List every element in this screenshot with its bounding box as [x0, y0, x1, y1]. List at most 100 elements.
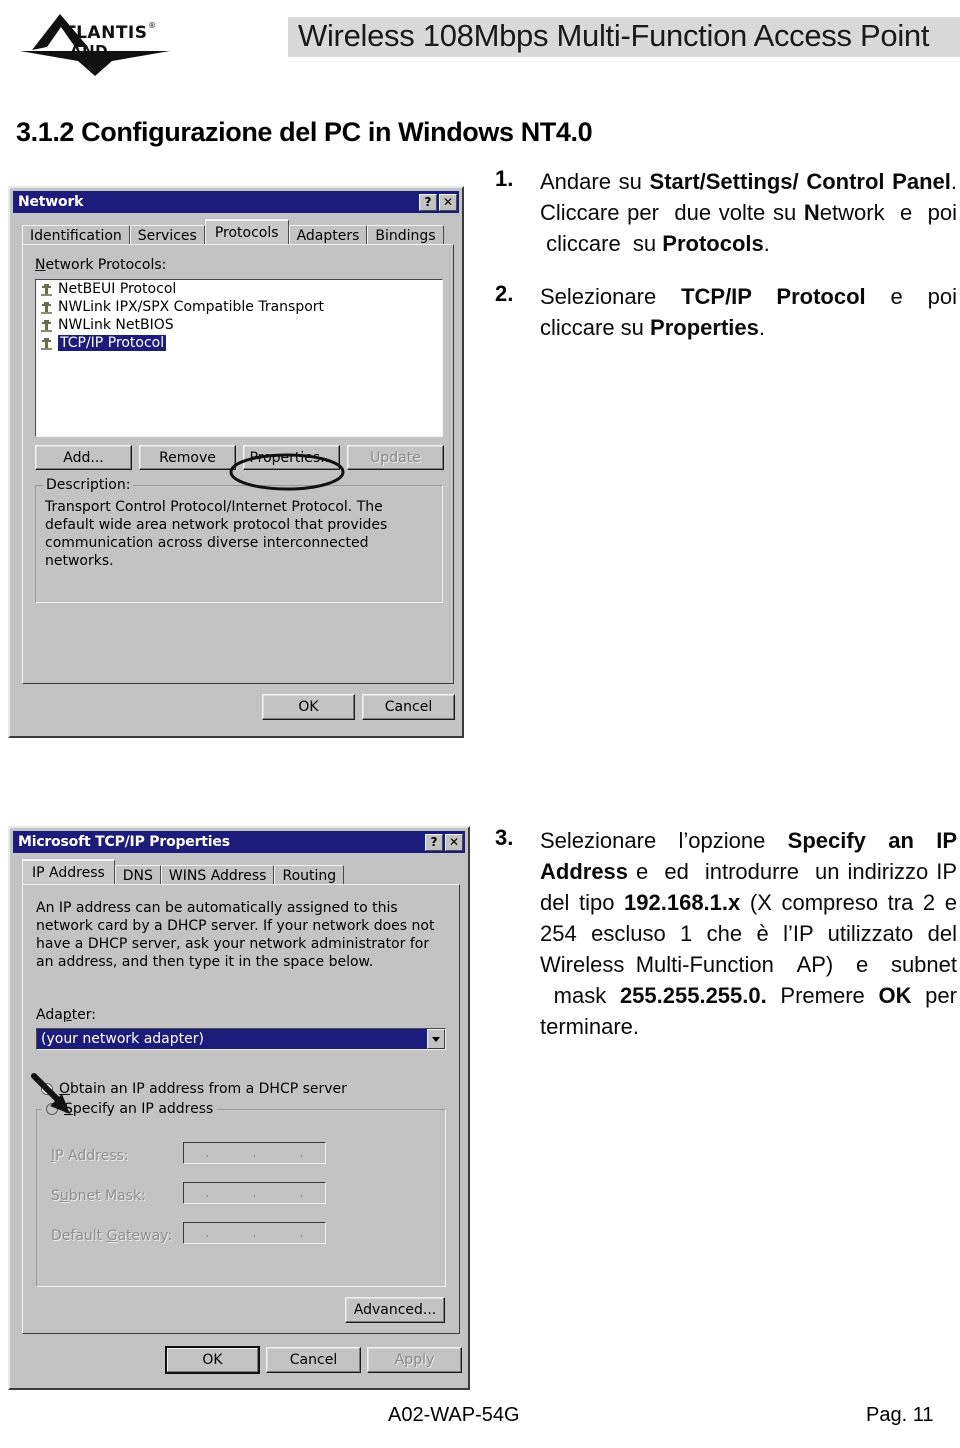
step-number: 3.: [495, 825, 514, 850]
list-item: 3. Selezionare l’opzione Specify an IP A…: [487, 825, 957, 1042]
section-heading: 3.1.2 Configurazione del PC in Windows N…: [16, 117, 593, 147]
list-item[interactable]: NetBEUI Protocol: [36, 280, 442, 298]
subnet-mask-field[interactable]: . . .: [183, 1182, 326, 1204]
tab-adapters[interactable]: Adapters: [288, 225, 368, 246]
protocol-icon: [40, 301, 53, 314]
properties-button[interactable]: Properties...: [243, 445, 340, 470]
radio-dot-icon: [41, 1083, 53, 1095]
update-button-label: Update: [370, 449, 421, 466]
remove-button[interactable]: Remove: [139, 445, 236, 470]
footer-page-number: Pag. 11: [866, 1404, 934, 1426]
help-icon[interactable]: ?: [419, 193, 437, 211]
list-item-selected[interactable]: TCP/IP Protocol: [36, 334, 442, 352]
adapter-select[interactable]: (your network adapter): [36, 1028, 446, 1050]
close-icon[interactable]: ✕: [439, 193, 457, 211]
product-title: Wireless 108Mbps Multi-Function Access P…: [298, 18, 930, 53]
svg-text:TLANTIS: TLANTIS: [64, 23, 147, 43]
octet-sep: .: [299, 1145, 304, 1161]
radio-specify-ip[interactable]: Specify an IP address: [46, 1101, 213, 1117]
specify-ip-group: Specify an IP address IP Address: . . . …: [36, 1101, 446, 1287]
protocol-icon: [40, 337, 53, 350]
ip-address-panel: An IP address can be automatically assig…: [22, 884, 460, 1334]
tab-bindings[interactable]: Bindings: [367, 225, 444, 246]
close-icon[interactable]: ✕: [445, 833, 463, 851]
tab-protocols[interactable]: Protocols: [204, 219, 289, 244]
tab-routing[interactable]: Routing: [274, 865, 345, 886]
octet-sep: .: [205, 1185, 210, 1201]
octet-sep: .: [205, 1225, 210, 1241]
ok-button-label: OK: [167, 1348, 258, 1372]
tab-ip-address[interactable]: IP Address: [22, 859, 115, 884]
update-button[interactable]: Update: [347, 445, 444, 470]
tcpip-properties-dialog[interactable]: Microsoft TCP/IP Properties ? ✕ IP Addre…: [8, 826, 470, 1390]
subnet-mask-label: Subnet Mask:: [51, 1188, 146, 1204]
list-item[interactable]: NWLink NetBIOS: [36, 316, 442, 334]
default-gateway-label: Default Gateway:: [51, 1228, 173, 1244]
ip-info-text: An IP address can be automatically assig…: [36, 900, 435, 970]
description-group: Description: Transport Control Protocol/…: [35, 477, 443, 603]
cancel-button-label: Cancel: [384, 699, 433, 715]
svg-text:®: ®: [148, 21, 156, 30]
octet-sep: .: [252, 1225, 257, 1241]
step-number: 2.: [495, 281, 514, 306]
properties-button-label: Properties...: [249, 449, 334, 466]
instructions-bottom: 3. Selezionare l’opzione Specify an IP A…: [487, 825, 957, 1064]
list-item-label: NWLink IPX/SPX Compatible Transport: [58, 299, 325, 315]
advanced-button-label: Advanced...: [353, 1302, 437, 1318]
apply-button[interactable]: Apply: [367, 1347, 462, 1373]
tcpip-dialog-titlebar[interactable]: Microsoft TCP/IP Properties ? ✕: [13, 831, 465, 853]
network-protocols-panel: Network Protocols: NetBEUI Protocol NWLi…: [22, 244, 454, 684]
remove-button-label: Remove: [159, 449, 216, 466]
ip-address-field[interactable]: . . .: [183, 1142, 326, 1164]
cancel-button[interactable]: Cancel: [362, 694, 455, 720]
ip-address-label: IP Address:: [51, 1148, 129, 1164]
tab-services[interactable]: Services: [129, 225, 205, 246]
list-item-label: NWLink NetBIOS: [58, 317, 174, 333]
list-item[interactable]: NWLink IPX/SPX Compatible Transport: [36, 298, 442, 316]
list-item-label: NetBEUI Protocol: [58, 281, 177, 297]
octet-sep: .: [205, 1145, 210, 1161]
network-dialog[interactable]: Network ? ✕ Identification Services Prot…: [8, 186, 464, 738]
page-header: TLANTIS ® AND Wireless 108Mbps Multi-Fun…: [0, 0, 960, 96]
network-protocols-label: Network Protocols:: [35, 257, 167, 273]
octet-sep: .: [299, 1225, 304, 1241]
cancel-button-label: Cancel: [289, 1352, 338, 1368]
tcpip-dialog-tabs[interactable]: IP Address DNS WINS Address Routing: [22, 859, 345, 886]
logo-svg: TLANTIS ® AND: [20, 14, 170, 76]
footer-model: A02-WAP-54G: [388, 1404, 520, 1426]
list-item: 2. Selezionare TCP/IP Protocol e poi cli…: [487, 281, 957, 343]
octet-sep: .: [299, 1185, 304, 1201]
step-text: Andare su Start/Settings/ Control Panel.…: [540, 169, 958, 256]
ok-button[interactable]: OK: [262, 694, 355, 720]
tab-identification[interactable]: Identification: [22, 225, 130, 246]
tab-wins-address[interactable]: WINS Address: [160, 865, 275, 886]
protocol-listbox[interactable]: NetBEUI Protocol NWLink IPX/SPX Compatib…: [35, 279, 443, 437]
add-button[interactable]: Add...: [35, 445, 132, 470]
step-text: Selezionare TCP/IP Protocol e poi clicca…: [540, 284, 957, 340]
description-text: Transport Control Protocol/Internet Prot…: [45, 499, 388, 569]
chevron-down-icon[interactable]: [427, 1029, 445, 1049]
list-item-label: TCP/IP Protocol: [58, 335, 167, 351]
atlantis-land-logo: TLANTIS ® AND: [20, 6, 170, 76]
advanced-button[interactable]: Advanced...: [345, 1297, 445, 1323]
ok-button[interactable]: OK: [165, 1346, 260, 1374]
octet-sep: .: [252, 1185, 257, 1201]
protocol-icon: [40, 319, 53, 332]
step-number: 1.: [495, 166, 514, 191]
instructions-top: 1. Andare su Start/Settings/ Control Pan…: [487, 166, 957, 365]
help-icon[interactable]: ?: [425, 833, 443, 851]
tcpip-dialog-title: Microsoft TCP/IP Properties: [18, 834, 230, 850]
adapter-selected-value: (your network adapter): [41, 1031, 204, 1047]
network-dialog-title: Network: [18, 194, 84, 210]
radio-specify-ip-label: Specify an IP address: [64, 1101, 214, 1117]
adapter-label: Adapter:: [36, 1007, 97, 1023]
tab-dns[interactable]: DNS: [114, 865, 161, 886]
apply-button-label: Apply: [394, 1352, 435, 1368]
radio-obtain-dhcp[interactable]: Obtain an IP address from a DHCP server: [41, 1081, 347, 1097]
network-dialog-tabs[interactable]: Identification Services Protocols Adapte…: [22, 219, 444, 246]
cancel-button[interactable]: Cancel: [266, 1347, 361, 1373]
network-dialog-titlebar[interactable]: Network ? ✕: [13, 191, 459, 213]
protocol-icon: [40, 283, 53, 296]
radio-dot-icon: [46, 1103, 58, 1115]
default-gateway-field[interactable]: . . .: [183, 1222, 326, 1244]
